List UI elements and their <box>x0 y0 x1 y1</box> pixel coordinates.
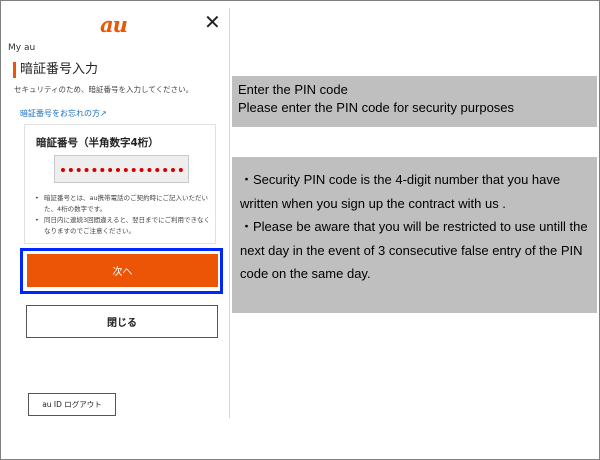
close-button[interactable]: 閉じる <box>26 305 218 338</box>
pin-field-label: 暗証番号（半角数字4桁） <box>36 137 159 149</box>
next-button[interactable]: 次へ <box>27 254 218 287</box>
my-au-label: My au <box>8 43 36 53</box>
external-link-icon: ↗ <box>100 109 107 118</box>
pin-input-card: 暗証番号（半角数字4桁） 暗証番号とは、au携帯電話のご契約時にご記入いただいた… <box>24 124 216 244</box>
au-logo: au <box>100 12 128 37</box>
au-id-logout-button[interactable]: au ID ログアウト <box>28 393 116 416</box>
close-icon[interactable]: ✕ <box>204 10 221 34</box>
page-subtitle: セキュリティのため、暗証番号を入力してください。 <box>14 85 194 94</box>
page-title: 暗証番号入力 <box>13 62 98 78</box>
pin-note-item: 同日内に連続3回間違えると、翌日までにご利用できなくなりますのでご注意ください。 <box>35 215 213 237</box>
pin-masked-value <box>61 164 183 172</box>
info-description: Please enter the PIN code for security p… <box>238 100 515 115</box>
phone-screen: au ✕ My au 暗証番号入力 セキュリティのため、暗証番号を入力してくださ… <box>5 8 230 418</box>
pin-notes: 暗証番号とは、au携帯電話のご契約時にご記入いただいた、4桁の数字です。 同日内… <box>35 193 213 237</box>
pin-input[interactable] <box>54 155 189 183</box>
forgot-pin-link[interactable]: 暗証番号をお忘れの方↗ <box>20 108 107 119</box>
info-panel-enter-pin: Enter the PIN code Please enter the PIN … <box>232 76 597 127</box>
info-heading: Enter the PIN code <box>238 82 348 97</box>
info-note-restriction: ・Please be aware that you will be restri… <box>240 219 588 281</box>
info-note-pin-definition: ・Security PIN code is the 4-digit number… <box>240 172 561 211</box>
info-panel-pin-notes: ・Security PIN code is the 4-digit number… <box>232 157 597 313</box>
forgot-pin-link-label: 暗証番号をお忘れの方 <box>20 109 100 118</box>
pin-note-item: 暗証番号とは、au携帯電話のご契約時にご記入いただいた、4桁の数字です。 <box>35 193 213 215</box>
